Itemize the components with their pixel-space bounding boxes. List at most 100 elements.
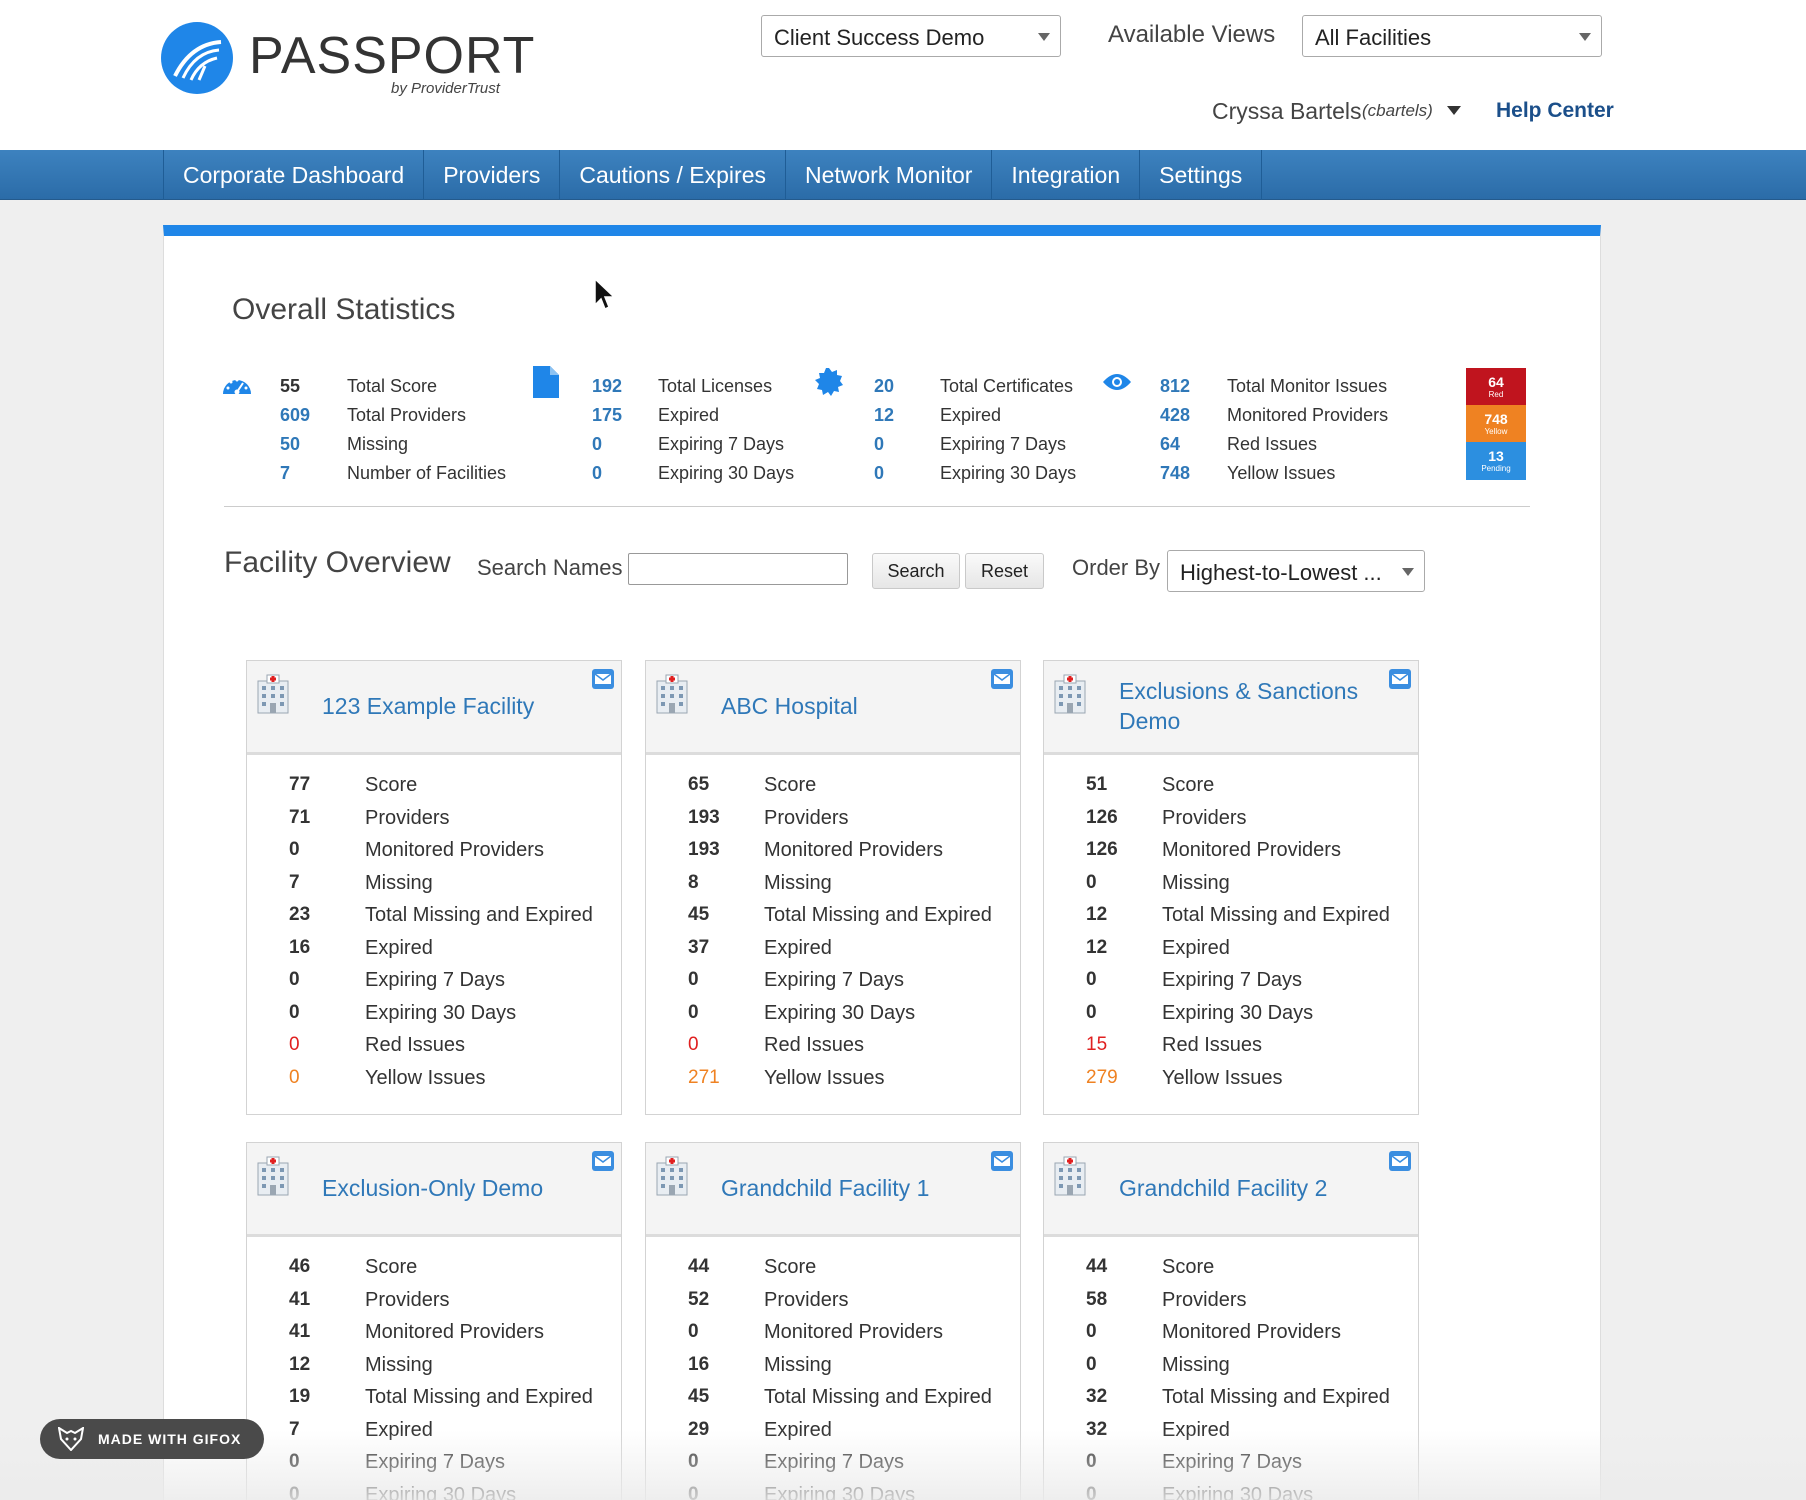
mail-icon[interactable] <box>1388 668 1412 695</box>
facility-stat-value[interactable]: 8 <box>688 872 699 894</box>
facility-stat-value[interactable]: 7 <box>289 1419 300 1441</box>
facility-name-link[interactable]: Exclusions & Sanctions Demo <box>1119 676 1369 736</box>
facility-stat-value[interactable]: 12 <box>1086 937 1107 959</box>
facility-stat-value[interactable]: 58 <box>1086 1289 1107 1311</box>
facility-stat-value[interactable]: 15 <box>1086 1034 1107 1056</box>
facility-stat-value[interactable]: 0 <box>1086 1451 1097 1473</box>
mail-icon[interactable] <box>591 1150 615 1177</box>
facility-stat-value[interactable]: 16 <box>289 937 310 959</box>
facility-stat-value[interactable]: 0 <box>1086 1484 1097 1500</box>
stat-value[interactable]: 812 <box>1160 376 1208 397</box>
facility-stat-value[interactable]: 52 <box>688 1289 709 1311</box>
mail-icon[interactable] <box>990 668 1014 695</box>
facility-stat-value[interactable]: 0 <box>1086 1321 1097 1343</box>
stat-value[interactable]: 192 <box>592 376 640 397</box>
facility-stat-value[interactable]: 37 <box>688 937 709 959</box>
facility-name-link[interactable]: Grandchild Facility 1 <box>721 1173 971 1203</box>
facility-stat-value[interactable]: 0 <box>688 969 699 991</box>
facility-stat-value[interactable]: 16 <box>688 1354 709 1376</box>
nav-cautions-expires[interactable]: Cautions / Expires <box>560 150 786 200</box>
facility-stat-value[interactable]: 0 <box>1086 872 1097 894</box>
stat-value[interactable]: 609 <box>280 405 328 426</box>
facility-stat-value[interactable]: 71 <box>289 807 310 829</box>
facility-stat-value[interactable]: 45 <box>688 1386 709 1408</box>
facility-stat-value[interactable]: 45 <box>688 904 709 926</box>
mail-icon[interactable] <box>1388 1150 1412 1177</box>
facility-stat-value[interactable]: 0 <box>289 1451 300 1473</box>
red-issues-badge[interactable]: 64 Red <box>1466 368 1526 405</box>
stat-value[interactable]: 0 <box>592 434 640 455</box>
facility-stat-row: 0 Yellow Issues <box>247 1062 621 1095</box>
facility-stat-value[interactable]: 0 <box>688 1002 699 1024</box>
facility-stat-value[interactable]: 29 <box>688 1419 709 1441</box>
search-names-input[interactable] <box>628 553 848 585</box>
facility-stat-value[interactable]: 279 <box>1086 1067 1118 1089</box>
facility-name-link[interactable]: Exclusion-Only Demo <box>322 1173 572 1203</box>
facility-stat-label: Yellow Issues <box>365 1066 486 1089</box>
facility-stat-value[interactable]: 0 <box>1086 1354 1097 1376</box>
stat-value[interactable]: 428 <box>1160 405 1208 426</box>
facility-overview-title: Facility Overview <box>224 546 451 579</box>
help-center-link[interactable]: Help Center <box>1496 99 1614 123</box>
stat-value[interactable]: 64 <box>1160 434 1208 455</box>
facility-stat-value[interactable]: 41 <box>289 1321 310 1343</box>
mail-icon[interactable] <box>591 668 615 695</box>
facility-stat-value[interactable]: 0 <box>688 1484 699 1500</box>
user-id[interactable]: (cbartels) <box>1362 101 1433 121</box>
facility-stat-value[interactable]: 0 <box>289 969 300 991</box>
yellow-issues-badge[interactable]: 748 Yellow <box>1466 405 1526 442</box>
facility-stat-value[interactable]: 0 <box>1086 1002 1097 1024</box>
facility-stat-value[interactable]: 0 <box>1086 969 1097 991</box>
stat-value[interactable]: 0 <box>874 434 922 455</box>
nav-settings[interactable]: Settings <box>1140 150 1263 200</box>
stat-value[interactable]: 748 <box>1160 463 1208 484</box>
facility-stat-value[interactable]: 0 <box>289 1002 300 1024</box>
facility-name-link[interactable]: 123 Example Facility <box>322 691 572 721</box>
nav-corporate-dashboard[interactable]: Corporate Dashboard <box>164 150 425 200</box>
facility-stat-value[interactable]: 32 <box>1086 1386 1107 1408</box>
stat-value[interactable]: 12 <box>874 405 922 426</box>
nav-network-monitor[interactable]: Network Monitor <box>786 150 993 200</box>
facility-name-link[interactable]: ABC Hospital <box>721 691 971 721</box>
facility-stat-value[interactable]: 0 <box>688 1034 699 1056</box>
facility-stat-value[interactable]: 41 <box>289 1289 310 1311</box>
facility-name-link[interactable]: Grandchild Facility 2 <box>1119 1173 1369 1203</box>
facility-stat-value[interactable]: 0 <box>688 1321 699 1343</box>
document-icon <box>533 366 559 398</box>
order-by-select[interactable]: Highest-to-Lowest ... <box>1167 550 1425 592</box>
facility-stat-value[interactable]: 126 <box>1086 839 1118 861</box>
stat-value[interactable]: 0 <box>874 463 922 484</box>
facility-stat-value[interactable]: 19 <box>289 1386 310 1408</box>
stat-value[interactable]: 175 <box>592 405 640 426</box>
facility-stat-value[interactable]: 193 <box>688 839 720 861</box>
facility-stat-value[interactable]: 23 <box>289 904 310 926</box>
passport-logo-icon[interactable] <box>161 22 233 94</box>
nav-providers[interactable]: Providers <box>424 150 561 200</box>
search-button[interactable]: Search <box>872 553 960 589</box>
facility-stat-value[interactable]: 7 <box>289 872 300 894</box>
stat-value[interactable]: 7 <box>280 463 328 484</box>
facility-stat-value[interactable]: 0 <box>289 1484 300 1500</box>
facility-stat-value[interactable]: 126 <box>1086 807 1118 829</box>
facility-stat-value[interactable]: 193 <box>688 807 720 829</box>
facility-stat-value[interactable]: 12 <box>289 1354 310 1376</box>
pending-issues-badge[interactable]: 13 Pending <box>1466 442 1526 480</box>
stat-value[interactable]: 20 <box>874 376 922 397</box>
reset-button[interactable]: Reset <box>965 553 1044 589</box>
client-select[interactable]: Client Success Demo <box>761 15 1061 57</box>
facility-stat-value[interactable]: 0 <box>688 1451 699 1473</box>
facility-stat-value[interactable]: 271 <box>688 1067 720 1089</box>
stat-value[interactable]: 0 <box>592 463 640 484</box>
stat-label: Total Licenses <box>658 376 773 396</box>
facility-stat-value[interactable]: 0 <box>289 839 300 861</box>
facility-stat-value[interactable]: 0 <box>289 1067 300 1089</box>
stat-value[interactable]: 50 <box>280 434 328 455</box>
user-menu-caret-icon[interactable] <box>1447 106 1461 115</box>
facility-stat-value[interactable]: 32 <box>1086 1419 1107 1441</box>
views-select[interactable]: All Facilities <box>1302 15 1602 57</box>
facility-stat-value[interactable]: 0 <box>289 1034 300 1056</box>
nav-integration[interactable]: Integration <box>992 150 1141 200</box>
facility-stat-value[interactable]: 12 <box>1086 904 1107 926</box>
mail-icon[interactable] <box>990 1150 1014 1177</box>
user-name[interactable]: Cryssa Bartels <box>1212 98 1362 125</box>
